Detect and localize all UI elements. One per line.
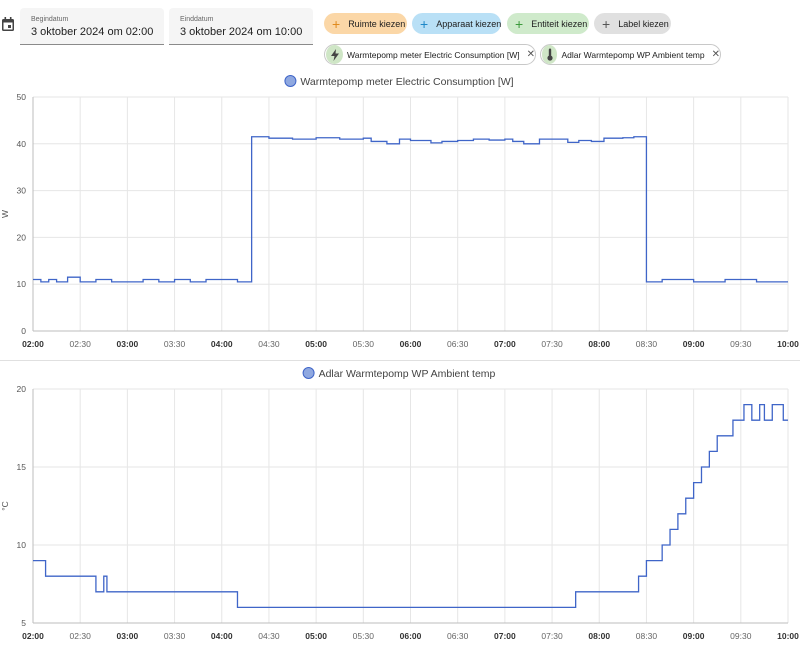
x-tick-label: 08:00 bbox=[588, 631, 610, 641]
choose-entity-button[interactable]: + Entiteit kiezen bbox=[507, 13, 589, 34]
legend-label: Adlar Warmtepomp WP Ambient temp bbox=[319, 368, 496, 380]
selected-entity-label: Adlar Warmtepomp WP Ambient temp bbox=[561, 49, 705, 60]
choose-device-label: Apparaat kiezen bbox=[436, 18, 502, 29]
choose-area-button[interactable]: + Ruimte kiezen bbox=[324, 13, 407, 34]
y-axis-label: °C bbox=[0, 501, 10, 511]
start-date-field[interactable]: Begindatum 3 oktober 2024 om 02:00 bbox=[20, 8, 164, 45]
x-tick-label: 02:30 bbox=[70, 631, 92, 641]
selected-entity-label: Warmtepomp meter Electric Consumption [W… bbox=[347, 49, 520, 60]
chart-divider bbox=[0, 360, 800, 361]
x-tick-label: 08:30 bbox=[636, 339, 658, 349]
lightning-bolt-icon bbox=[326, 45, 344, 64]
x-tick-label: 09:00 bbox=[683, 339, 705, 349]
x-tick-label: 08:30 bbox=[636, 631, 658, 641]
x-tick-label: 04:30 bbox=[258, 631, 280, 641]
legend-marker bbox=[302, 367, 315, 379]
remove-entity-close-icon[interactable]: ✕ bbox=[712, 49, 720, 60]
x-tick-label: 10:00 bbox=[777, 631, 799, 641]
x-tick-label: 02:30 bbox=[70, 339, 92, 349]
y-tick-label: 50 bbox=[17, 92, 27, 102]
x-tick-label: 05:30 bbox=[353, 339, 375, 349]
y-tick-label: 10 bbox=[17, 540, 27, 550]
end-date-value: 3 oktober 2024 om 10:00 bbox=[180, 26, 303, 38]
x-tick-label: 03:00 bbox=[117, 631, 139, 641]
y-tick-label: 10 bbox=[17, 279, 27, 289]
plus-icon: + bbox=[515, 15, 524, 32]
y-tick-label: 20 bbox=[17, 384, 27, 394]
plus-icon: + bbox=[420, 15, 429, 32]
end-date-label: Einddatum bbox=[180, 16, 214, 23]
x-tick-label: 03:30 bbox=[164, 631, 186, 641]
thermometer-icon bbox=[542, 45, 558, 64]
x-tick-label: 09:00 bbox=[683, 631, 705, 641]
x-tick-label: 03:30 bbox=[164, 339, 186, 349]
x-tick-label: 09:30 bbox=[730, 631, 752, 641]
x-tick-label: 07:30 bbox=[541, 631, 563, 641]
choose-device-button[interactable]: + Apparaat kiezen bbox=[412, 13, 501, 34]
x-tick-label: 06:00 bbox=[400, 631, 422, 641]
y-tick-label: 0 bbox=[21, 326, 26, 336]
selected-entity-chip[interactable]: Warmtepomp meter Electric Consumption [W… bbox=[324, 44, 536, 65]
choose-label-label: Label kiezen bbox=[618, 18, 669, 29]
x-tick-label: 07:00 bbox=[494, 631, 516, 641]
start-date-value: 3 oktober 2024 om 02:00 bbox=[31, 26, 154, 38]
choose-entity-label: Entiteit kiezen bbox=[531, 18, 588, 29]
ambient-temp-chart: Adlar Warmtepomp WP Ambient temp 5 10 15 20 0… bbox=[0, 367, 799, 641]
plus-icon: + bbox=[332, 15, 341, 32]
choose-label-button[interactable]: + Label kiezen bbox=[594, 13, 671, 34]
plus-icon: + bbox=[602, 15, 611, 32]
x-tick-label: 07:30 bbox=[541, 339, 563, 349]
x-tick-label: 04:00 bbox=[211, 339, 233, 349]
x-tick-label: 06:30 bbox=[447, 631, 469, 641]
start-date-label: Begindatum bbox=[31, 16, 69, 23]
x-tick-label: 09:30 bbox=[730, 339, 752, 349]
x-tick-label: 07:00 bbox=[494, 339, 516, 349]
legend-label: Warmtepomp meter Electric Consumption [W… bbox=[300, 76, 513, 88]
x-tick-label: 03:00 bbox=[117, 339, 139, 349]
y-tick-label: 5 bbox=[21, 618, 26, 628]
x-tick-label: 06:30 bbox=[447, 339, 469, 349]
y-tick-label: 30 bbox=[17, 186, 27, 196]
x-tick-label: 05:00 bbox=[305, 631, 327, 641]
legend-marker bbox=[284, 75, 297, 87]
x-tick-label: 05:30 bbox=[353, 631, 375, 641]
x-tick-label: 05:00 bbox=[305, 339, 327, 349]
x-tick-label: 02:00 bbox=[22, 631, 44, 641]
x-tick-label: 08:00 bbox=[588, 339, 610, 349]
remove-entity-close-icon[interactable]: ✕ bbox=[527, 49, 535, 60]
x-tick-label: 10:00 bbox=[777, 339, 799, 349]
x-tick-label: 04:30 bbox=[258, 339, 280, 349]
selected-entity-chip[interactable]: Adlar Warmtepomp WP Ambient temp ✕ bbox=[540, 44, 721, 65]
y-tick-label: 40 bbox=[17, 139, 27, 149]
x-tick-label: 04:00 bbox=[211, 631, 233, 641]
x-tick-label: 02:00 bbox=[22, 339, 44, 349]
chart-legend: Warmtepomp meter Electric Consumption [W… bbox=[284, 75, 514, 88]
y-tick-label: 20 bbox=[17, 232, 27, 242]
chart-legend: Adlar Warmtepomp WP Ambient temp bbox=[302, 367, 496, 380]
end-date-field[interactable]: Einddatum 3 oktober 2024 om 10:00 bbox=[169, 8, 313, 45]
y-axis-label: W bbox=[0, 210, 10, 218]
y-tick-label: 15 bbox=[17, 462, 27, 472]
power-consumption-chart: Warmtepomp meter Electric Consumption [W… bbox=[0, 75, 799, 349]
x-tick-label: 06:00 bbox=[400, 339, 422, 349]
calendar-icon[interactable] bbox=[1, 16, 15, 32]
choose-area-label: Ruimte kiezen bbox=[348, 18, 406, 29]
